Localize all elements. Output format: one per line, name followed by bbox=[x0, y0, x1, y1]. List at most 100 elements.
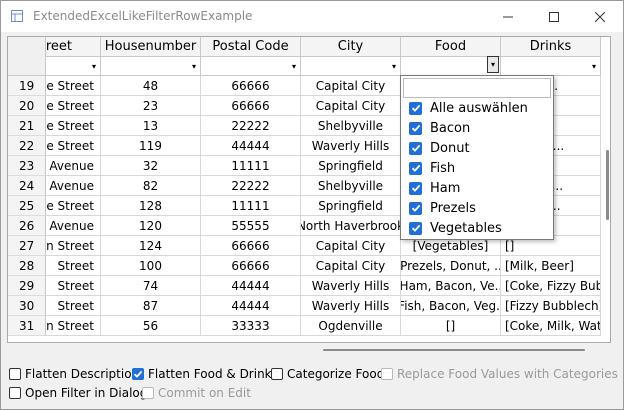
row-header[interactable]: 27 bbox=[8, 236, 46, 256]
table-cell[interactable]: Springfield bbox=[301, 156, 401, 176]
filter-option[interactable]: Donut bbox=[409, 138, 470, 158]
row-header[interactable]: 24 bbox=[8, 176, 46, 196]
row-header[interactable]: 25 bbox=[8, 196, 46, 216]
table-cell[interactable]: 119 bbox=[101, 136, 201, 156]
table-cell[interactable]: ove Street bbox=[46, 96, 101, 116]
table-cell[interactable]: 124 bbox=[101, 236, 201, 256]
table-cell[interactable]: 100 bbox=[101, 256, 201, 276]
table-cell[interactable]: 120 bbox=[101, 216, 201, 236]
checkbox-checked-icon[interactable] bbox=[409, 201, 422, 215]
table-cell[interactable]: 44444 bbox=[201, 136, 301, 156]
table-cell[interactable]: Capital City bbox=[301, 236, 401, 256]
table-cell[interactable]: 128 bbox=[101, 196, 201, 216]
column-header[interactable]: City bbox=[301, 37, 401, 57]
filter-option[interactable]: Alle auswählen bbox=[409, 98, 528, 118]
table-cell[interactable]: 48 bbox=[101, 76, 201, 96]
option-checkbox[interactable]: Open Filter in Dialog bbox=[9, 384, 147, 402]
checkbox-icon[interactable] bbox=[9, 368, 21, 380]
table-cell[interactable]: 23 bbox=[101, 96, 201, 116]
row-header[interactable]: 23 bbox=[8, 156, 46, 176]
table-cell[interactable]: n Street bbox=[46, 236, 101, 256]
table-cell[interactable]: Shelbyville bbox=[301, 176, 401, 196]
column-header[interactable]: Drinks bbox=[501, 37, 601, 57]
row-header[interactable]: 30 bbox=[8, 296, 46, 316]
table-cell[interactable]: d Avenue bbox=[46, 176, 101, 196]
table-cell[interactable]: [Ham, Bacon, Ve... bbox=[401, 276, 501, 296]
table-cell[interactable]: 11111 bbox=[201, 196, 301, 216]
vertical-scrollbar[interactable] bbox=[606, 150, 609, 220]
table-cell[interactable]: [Prezels, Donut, ... bbox=[401, 256, 501, 276]
table-cell[interactable]: 44444 bbox=[201, 276, 301, 296]
column-filter-cell[interactable]: ▾ bbox=[101, 57, 201, 76]
table-cell[interactable]: Shelbyville bbox=[301, 116, 401, 136]
checkbox-icon[interactable] bbox=[271, 368, 283, 380]
table-cell[interactable]: 22222 bbox=[201, 176, 301, 196]
filter-option[interactable]: Bacon bbox=[409, 118, 470, 138]
filter-option[interactable]: Ham bbox=[409, 178, 460, 198]
column-filter-cell[interactable]: ▾ bbox=[501, 57, 601, 76]
column-header[interactable]: Housenumber bbox=[101, 37, 201, 57]
table-cell[interactable]: 32 bbox=[101, 156, 201, 176]
table-cell[interactable]: 66666 bbox=[201, 256, 301, 276]
filter-option[interactable]: Prezels bbox=[409, 198, 476, 218]
food-filter-dropdown-button[interactable]: ▾ bbox=[487, 56, 499, 73]
column-filter-cell[interactable] bbox=[401, 57, 501, 76]
checkbox-checked-icon[interactable] bbox=[409, 181, 422, 195]
table-cell[interactable]: Waverly Hills bbox=[301, 276, 401, 296]
filter-option[interactable]: Fish bbox=[409, 158, 455, 178]
row-header[interactable]: 19 bbox=[8, 76, 46, 96]
table-cell[interactable]: 33333 bbox=[201, 316, 301, 336]
column-filter-cell[interactable]: ▾ bbox=[301, 57, 401, 76]
table-cell[interactable]: 66666 bbox=[201, 96, 301, 116]
table-cell[interactable]: d Avenue bbox=[46, 216, 101, 236]
option-checkbox[interactable]: Categorize Food bbox=[271, 365, 384, 383]
table-cell[interactable]: ove Street bbox=[46, 76, 101, 96]
checkbox-icon[interactable] bbox=[132, 368, 144, 380]
checkbox-checked-icon[interactable] bbox=[409, 221, 422, 235]
table-cell[interactable]: 56 bbox=[101, 316, 201, 336]
table-cell[interactable]: North Haverbrook bbox=[301, 216, 401, 236]
row-header[interactable]: 29 bbox=[8, 276, 46, 296]
table-cell[interactable]: [Coke, Fizzy Bub... bbox=[501, 276, 601, 296]
table-cell[interactable]: 82 bbox=[101, 176, 201, 196]
table-cell[interactable]: Waverly Hills bbox=[301, 296, 401, 316]
table-cell[interactable]: 44444 bbox=[201, 296, 301, 316]
table-cell[interactable]: 22222 bbox=[201, 116, 301, 136]
checkbox-checked-icon[interactable] bbox=[409, 161, 422, 175]
close-button[interactable] bbox=[577, 1, 623, 32]
table-cell[interactable]: 66666 bbox=[201, 236, 301, 256]
table-cell[interactable]: [Coke, Milk, Wat... bbox=[501, 316, 601, 336]
table-cell[interactable]: Waverly Hills bbox=[301, 136, 401, 156]
row-header[interactable]: 20 bbox=[8, 96, 46, 116]
table-cell[interactable]: ove Street bbox=[46, 196, 101, 216]
checkbox-checked-icon[interactable] bbox=[409, 121, 422, 135]
checkbox-checked-icon[interactable] bbox=[409, 141, 422, 155]
checkbox-icon[interactable] bbox=[9, 387, 21, 399]
table-cell[interactable]: 87 bbox=[101, 296, 201, 316]
table-cell[interactable]: 11111 bbox=[201, 156, 301, 176]
row-header[interactable]: 31 bbox=[8, 316, 46, 336]
table-cell[interactable]: Ogdenville bbox=[301, 316, 401, 336]
table-cell[interactable]: [Fish, Bacon, Veg... bbox=[401, 296, 501, 316]
column-filter-cell[interactable]: ▾ bbox=[46, 57, 101, 76]
row-header[interactable]: 22 bbox=[8, 136, 46, 156]
option-checkbox[interactable]: Flatten Description bbox=[9, 365, 139, 383]
horizontal-scrollbar[interactable] bbox=[323, 349, 585, 351]
column-header[interactable]: Postal Code bbox=[201, 37, 301, 57]
row-header[interactable]: 26 bbox=[8, 216, 46, 236]
table-cell[interactable]: Capital City bbox=[301, 76, 401, 96]
table-cell[interactable]: ove Street bbox=[46, 136, 101, 156]
table-cell[interactable]: Street bbox=[46, 256, 101, 276]
table-cell[interactable]: [] bbox=[401, 316, 501, 336]
table-cell[interactable]: Capital City bbox=[301, 256, 401, 276]
minimize-button[interactable] bbox=[485, 1, 531, 32]
filter-option[interactable]: Vegetables bbox=[409, 218, 502, 238]
table-cell[interactable]: ove Street bbox=[46, 116, 101, 136]
table-cell[interactable]: Street bbox=[46, 296, 101, 316]
table-cell[interactable]: 74 bbox=[101, 276, 201, 296]
table-cell[interactable]: 55555 bbox=[201, 216, 301, 236]
table-cell[interactable]: 13 bbox=[101, 116, 201, 136]
filter-search-input[interactable] bbox=[403, 78, 551, 98]
table-cell[interactable]: Springfield bbox=[301, 196, 401, 216]
table-cell[interactable]: 66666 bbox=[201, 76, 301, 96]
